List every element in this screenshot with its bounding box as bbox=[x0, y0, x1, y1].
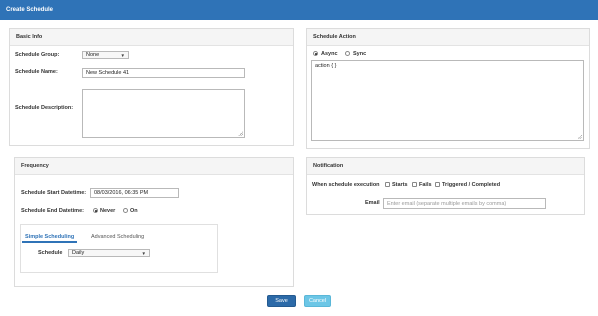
notification-heading: Notification bbox=[307, 158, 584, 175]
end-never-radio[interactable] bbox=[93, 208, 98, 213]
end-datetime-label: Schedule End Datetime: bbox=[21, 208, 84, 214]
email-input[interactable]: Enter email (separate multiple emails by… bbox=[383, 198, 546, 209]
tab-advanced-scheduling-label: Advanced Scheduling bbox=[91, 234, 145, 240]
async-label: Async bbox=[321, 51, 338, 57]
basic-info-heading: Basic Info bbox=[10, 29, 293, 46]
save-button[interactable]: Save bbox=[267, 295, 296, 307]
starts-label: Starts bbox=[392, 182, 408, 188]
starts-checkbox[interactable] bbox=[385, 182, 390, 187]
action-code-textarea[interactable]: action { } bbox=[311, 60, 584, 141]
schedule-frequency-label: Schedule bbox=[38, 250, 63, 256]
cancel-button-label: Cancel bbox=[308, 298, 327, 304]
schedule-group-label: Schedule Group: bbox=[15, 52, 60, 58]
schedule-description-textarea[interactable] bbox=[82, 89, 245, 138]
start-datetime-input[interactable]: 08/03/2016, 06:35 PM bbox=[90, 188, 179, 198]
dialog-title: Create Schedule bbox=[6, 7, 54, 13]
schedule-group-value: None bbox=[86, 52, 100, 58]
notification-when-label: When schedule execution bbox=[312, 182, 380, 188]
schedule-description-label: Schedule Description: bbox=[15, 105, 74, 111]
start-datetime-value: 08/03/2016, 06:35 PM bbox=[94, 190, 149, 196]
schedule-name-label: Schedule Name: bbox=[15, 69, 58, 75]
frequency-heading: Frequency bbox=[15, 158, 293, 175]
async-radio[interactable] bbox=[313, 51, 318, 56]
save-button-label: Save bbox=[275, 298, 288, 304]
cancel-button[interactable]: Cancel bbox=[304, 295, 331, 307]
start-datetime-label: Schedule Start Datetime: bbox=[21, 190, 87, 196]
tab-simple-scheduling-label: Simple Scheduling bbox=[25, 234, 75, 240]
action-code-value: action { } bbox=[315, 63, 337, 69]
triggered-completed-checkbox[interactable] bbox=[435, 182, 440, 187]
schedule-frequency-select[interactable]: Daily ▼ bbox=[68, 249, 150, 257]
triggered-completed-label: Triggered / Completed bbox=[442, 182, 501, 188]
sync-label: Sync bbox=[353, 51, 367, 57]
end-never-label: Never bbox=[100, 208, 116, 214]
fails-checkbox[interactable] bbox=[412, 182, 417, 187]
email-placeholder: Enter email (separate multiple emails by… bbox=[387, 200, 507, 207]
resize-handle-icon[interactable] bbox=[577, 134, 582, 139]
tab-simple-scheduling[interactable]: Simple Scheduling bbox=[22, 231, 78, 243]
sync-radio[interactable] bbox=[345, 51, 350, 56]
schedule-name-value: New Schedule 41 bbox=[86, 70, 130, 76]
schedule-group-select[interactable]: None ▼ bbox=[82, 51, 129, 59]
fails-label: Fails bbox=[419, 182, 432, 188]
schedule-name-input[interactable]: New Schedule 41 bbox=[82, 68, 245, 78]
resize-handle-icon[interactable] bbox=[238, 131, 243, 136]
chevron-down-icon: ▼ bbox=[141, 250, 146, 256]
chevron-down-icon: ▼ bbox=[120, 52, 125, 58]
schedule-frequency-value: Daily bbox=[72, 250, 85, 256]
dialog-header: Create Schedule bbox=[0, 0, 598, 20]
end-on-radio[interactable] bbox=[123, 208, 128, 213]
tab-advanced-scheduling[interactable]: Advanced Scheduling bbox=[88, 231, 147, 243]
schedule-action-heading: Schedule Action bbox=[307, 29, 589, 46]
email-label: Email bbox=[365, 200, 380, 206]
end-on-label: On bbox=[130, 208, 138, 214]
